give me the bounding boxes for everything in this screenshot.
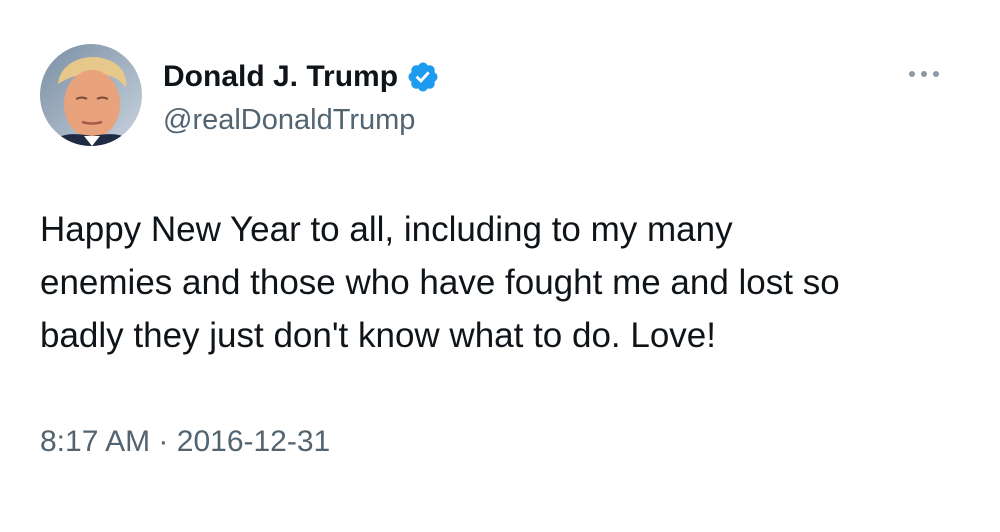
tweet-time[interactable]: 8:17 AM (40, 425, 150, 458)
author-name-row: Donald J. Trump (163, 58, 440, 96)
tweet-card: Donald J. Trump @realDonaldTrump Happy N… (0, 0, 1000, 532)
tweet-text: Happy New Year to all, including to my m… (40, 210, 840, 355)
more-options-icon (909, 71, 939, 77)
avatar[interactable] (40, 44, 142, 146)
more-options-button[interactable] (900, 60, 948, 88)
author-handle[interactable]: @realDonaldTrump (163, 101, 415, 139)
tweet-timestamp: 8:17 AM · 2016-12-31 (40, 422, 330, 462)
author-name[interactable]: Donald J. Trump (163, 58, 398, 96)
tweet-date[interactable]: 2016-12-31 (177, 425, 330, 458)
profile-photo-icon (40, 44, 142, 146)
meta-separator: · (158, 425, 169, 458)
verified-badge-icon[interactable] (406, 60, 440, 94)
